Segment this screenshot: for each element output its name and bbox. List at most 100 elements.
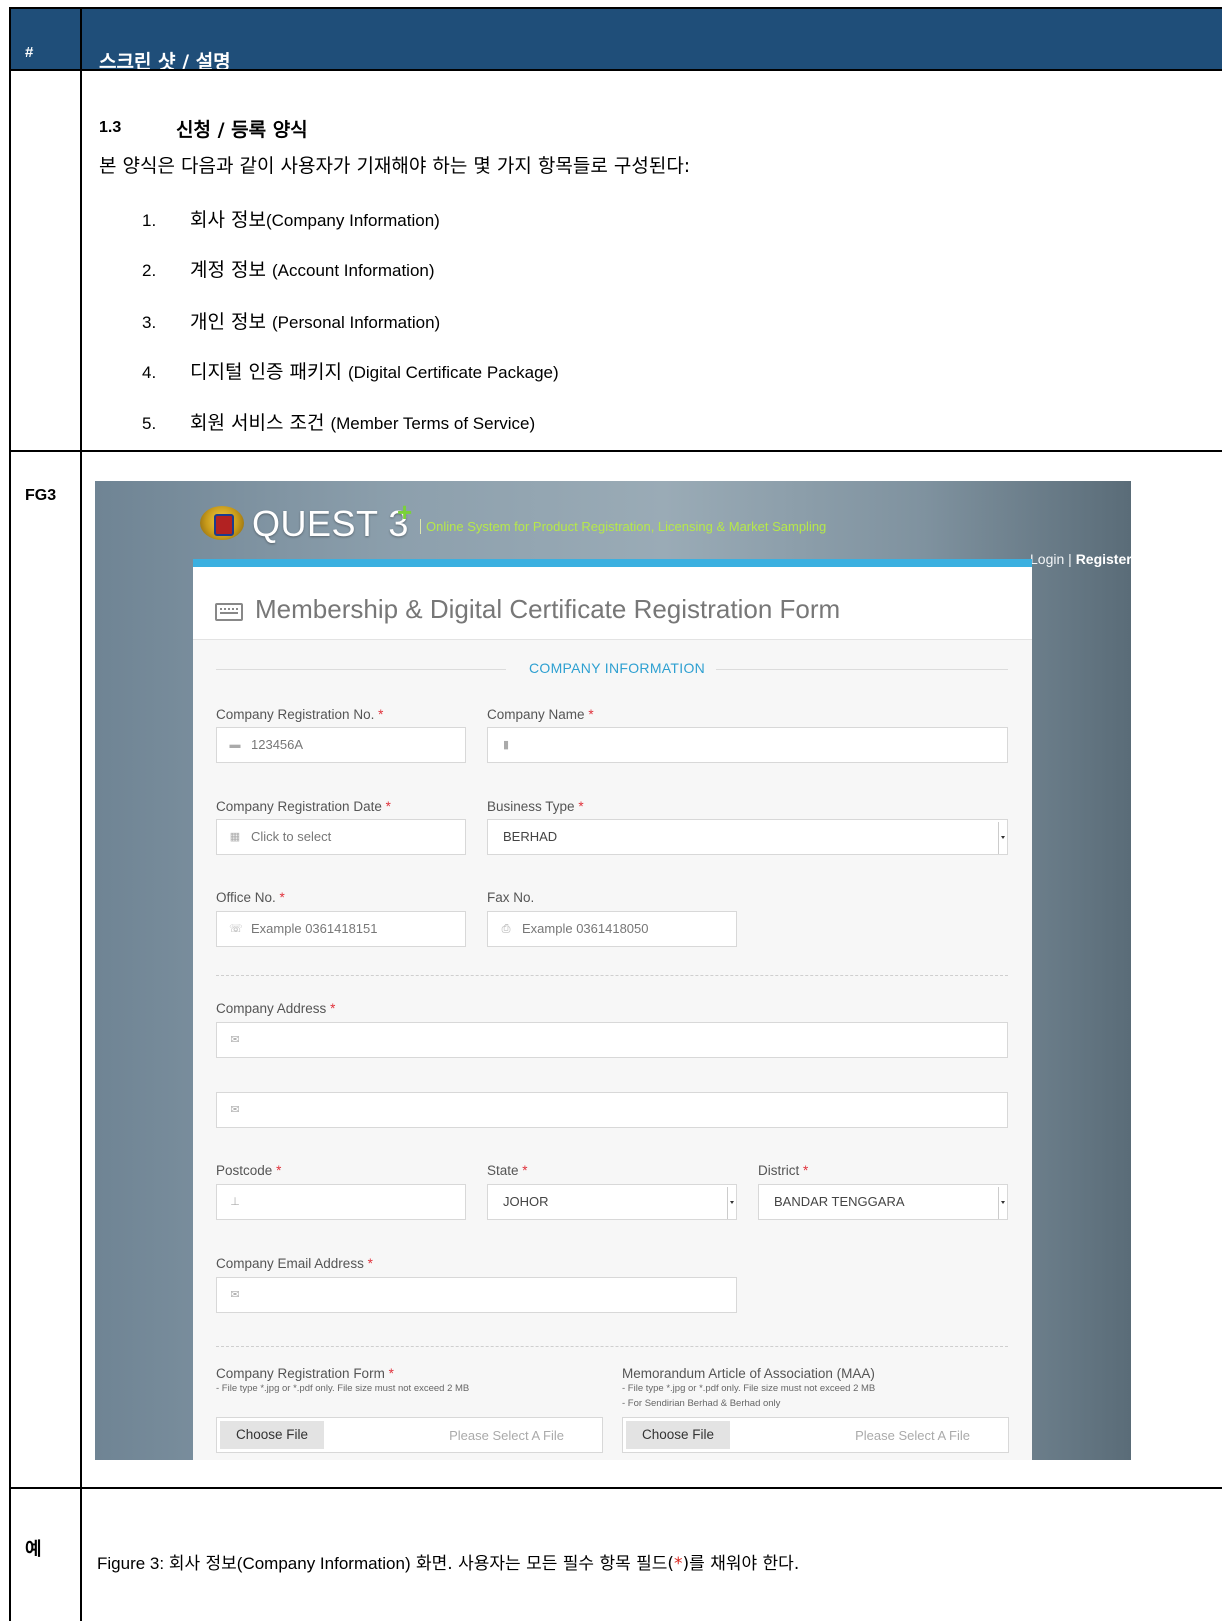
brand-tagline: Online System for Product Registration, … — [420, 519, 826, 534]
reg-no-label-text: Company Registration No. — [216, 707, 375, 722]
reg-form-label-text: Company Registration Form — [216, 1366, 385, 1381]
list-item: 2. 계정 정보 (Account Information) — [142, 255, 435, 282]
required-mark: * — [388, 1366, 394, 1381]
app-screenshot: QUEST 3 + Online System for Product Regi… — [95, 481, 1131, 1460]
fax-no-input[interactable]: ⎙ Example 0361418050 — [487, 911, 737, 947]
section-company-information: COMPANY INFORMATION — [529, 660, 706, 676]
company-name-label-text: Company Name — [487, 707, 585, 722]
choose-file-button[interactable]: Choose File — [220, 1421, 324, 1449]
list-item-number: 2. — [142, 261, 157, 280]
fax-no-placeholder: Example 0361418050 — [522, 921, 649, 936]
address-line2-input[interactable]: ✉ — [216, 1092, 1008, 1128]
printer-icon: ⎙ — [501, 923, 511, 935]
panel-header: Membership & Digital Certificate Registr… — [193, 567, 1032, 640]
auth-separator: | — [1068, 551, 1072, 567]
district-label-text: District — [758, 1163, 800, 1178]
district-value: BANDAR TENGGARA — [774, 1194, 905, 1209]
register-link[interactable]: Register — [1076, 551, 1131, 567]
section-number: 1.3 — [99, 119, 122, 136]
brand-header: QUEST 3 + Online System for Product Regi… — [200, 497, 1131, 567]
company-name-input[interactable]: ▮ — [487, 727, 1008, 763]
business-type-select[interactable]: BERHAD — [487, 819, 1008, 855]
state-select[interactable]: JOHOR — [487, 1184, 737, 1220]
calendar-icon: ▦ — [229, 831, 241, 843]
auth-links: Login | Register — [1030, 551, 1131, 567]
reg-date-input[interactable]: ▦ Click to select — [216, 819, 466, 855]
header-hash: # — [25, 44, 34, 61]
list-item-ko: 개인 정보 — [190, 311, 272, 333]
keyboard-icon — [215, 603, 243, 621]
list-item: 1. 회사 정보(Company Information) — [142, 205, 440, 232]
list-item-ko: 디지털 인증 패키지 — [190, 361, 348, 383]
list-item-en: (Digital Certificate Package) — [347, 363, 559, 382]
office-no-input[interactable]: ☏ Example 0361418151 — [216, 911, 466, 947]
list-item-number: 4. — [142, 363, 157, 382]
caption-ko3: )를 채워야 한다. — [682, 1554, 800, 1574]
row-label-fg3: FG3 — [25, 487, 57, 504]
table-border-top — [9, 7, 1222, 9]
company-name-label: Company Name * — [487, 707, 594, 722]
district-select[interactable]: BANDAR TENGGARA — [758, 1184, 1008, 1220]
required-mark: * — [279, 890, 285, 905]
malaysia-crest-icon — [200, 506, 244, 540]
address-line1-input[interactable]: ✉ — [216, 1022, 1008, 1058]
email-label: Company Email Address * — [216, 1256, 373, 1271]
login-link[interactable]: Login — [1030, 551, 1064, 567]
reg-no-input[interactable]: ▬ 123456A — [216, 727, 466, 763]
envelope-icon: ✉ — [230, 1104, 240, 1116]
section-divider-right — [716, 669, 1008, 670]
list-item-number: 3. — [142, 313, 157, 332]
office-no-label: Office No. * — [216, 890, 285, 905]
reg-form-note: - File type *.jpg or *.pdf only. File si… — [216, 1383, 470, 1394]
postcode-label: Postcode * — [216, 1163, 281, 1178]
document-table: # 스크린 샷 / 설명 1.3 신청 / 등록 양식 본 양식은 다음과 같이… — [9, 7, 1222, 1621]
required-mark: * — [803, 1163, 809, 1178]
reg-no-placeholder: 123456A — [251, 737, 304, 752]
reg-date-label-text: Company Registration Date — [216, 799, 382, 814]
reg-no-label: Company Registration No. * — [216, 707, 383, 722]
choose-file-button[interactable]: Choose File — [626, 1421, 730, 1449]
email-input[interactable]: ✉ — [216, 1277, 737, 1313]
caption-ko1: 회사 정보 — [168, 1554, 237, 1574]
file-placeholder: Please Select A File — [449, 1428, 564, 1443]
dashed-divider — [216, 1346, 1008, 1347]
state-label: State * — [487, 1163, 528, 1178]
section-intro: 본 양식은 다음과 같이 사용자가 기재해야 하는 몇 가지 항목들로 구성된다… — [99, 155, 691, 177]
section-divider-left — [216, 669, 506, 670]
reg-form-label: Company Registration Form * — [216, 1366, 394, 1381]
chevron-down-icon — [998, 822, 1007, 854]
caption-prefix: Figure 3: — [97, 1554, 169, 1573]
required-mark: * — [578, 799, 584, 814]
list-item-ko: 회원 서비스 조건 — [190, 412, 331, 434]
list-item-number: 1. — [142, 211, 157, 230]
office-no-placeholder: Example 0361418151 — [251, 921, 378, 936]
table-border-left — [9, 7, 11, 1621]
list-item: 3. 개인 정보 (Personal Information) — [142, 307, 440, 334]
list-item-en: (Company Information) — [265, 211, 440, 230]
office-no-label-text: Office No. — [216, 890, 276, 905]
phone-icon: ☏ — [229, 923, 243, 935]
row-label-example: 예 — [25, 1539, 42, 1559]
maa-label: Memorandum Article of Association (MAA) — [622, 1366, 875, 1381]
section-title: 신청 / 등록 양식 — [176, 119, 308, 141]
dashed-divider — [216, 975, 1008, 976]
required-mark: * — [367, 1256, 373, 1271]
caption-ko2: 화면. 사용자는 모든 필수 항목 필드( — [410, 1554, 675, 1574]
required-mark: * — [378, 707, 384, 722]
table-border-row1 — [9, 450, 1222, 452]
maa-file-input[interactable]: Choose File Please Select A File — [622, 1417, 1009, 1453]
brand-name: QUEST 3 — [252, 503, 409, 544]
envelope-icon: ✉ — [230, 1034, 240, 1046]
form-title: Membership & Digital Certificate Registr… — [255, 594, 841, 624]
caption-star: * — [674, 1554, 683, 1574]
list-item-number: 5. — [142, 414, 157, 433]
table-border-header — [9, 69, 1222, 71]
list-item: 4. 디지털 인증 패키지 (Digital Certificate Packag… — [142, 357, 559, 384]
list-item: 5. 회원 서비스 조건 (Member Terms of Service) — [142, 408, 535, 435]
required-mark: * — [330, 1001, 336, 1016]
figure-caption: Figure 3: 회사 정보(Company Information) 화면.… — [97, 1549, 799, 1574]
building-icon: ▮ — [502, 739, 510, 751]
postcode-input[interactable]: ⊥ — [216, 1184, 466, 1220]
reg-form-file-input[interactable]: Choose File Please Select A File — [216, 1417, 603, 1453]
business-type-value: BERHAD — [503, 829, 558, 844]
